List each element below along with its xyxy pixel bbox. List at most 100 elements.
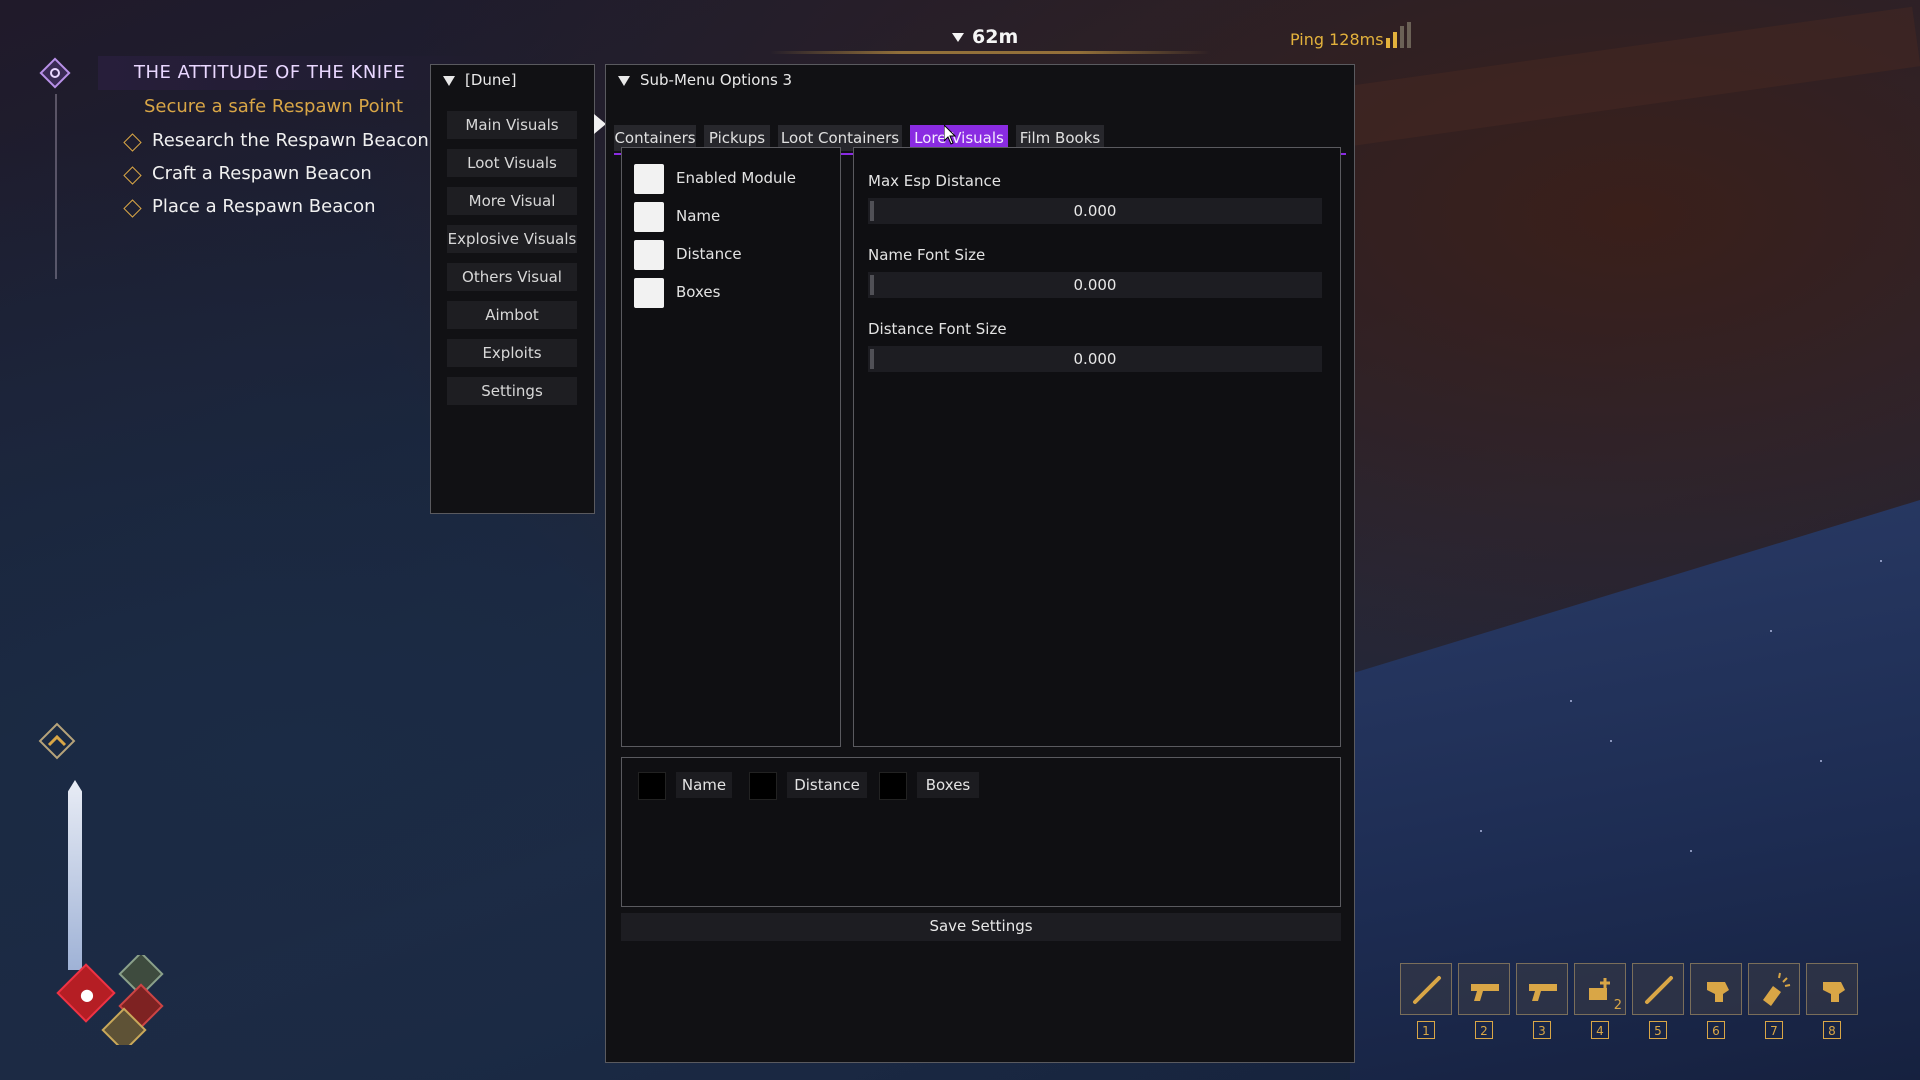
knife-icon (1645, 976, 1673, 1004)
sub-menu-panel: Sub-Menu Options 3 Containers Pickups Lo… (605, 64, 1355, 1063)
star (1820, 760, 1822, 762)
flashlight-icon (1763, 972, 1791, 1006)
toggle-group: Enabled Module Name Distance Boxes (621, 147, 841, 747)
quest-step-label: Research the Respawn Beacon (152, 130, 429, 151)
slider-handle[interactable] (870, 275, 874, 295)
checkbox-box[interactable] (634, 164, 664, 194)
distance-color-swatch[interactable] (749, 772, 777, 800)
name-font-size-slider[interactable]: 0.000 (868, 272, 1322, 298)
quest-connector-line (55, 94, 57, 279)
step-diamond-icon (123, 133, 142, 152)
color-label: Boxes (917, 772, 979, 798)
hotbar-slot[interactable]: 2 (1574, 963, 1626, 1015)
color-picker-group: Name Distance Boxes (621, 757, 1341, 907)
checkbox-label: Name (676, 207, 721, 225)
checkbox-box[interactable] (634, 202, 664, 232)
nav-aimbot[interactable]: Aimbot (447, 301, 577, 329)
sub-menu-title: Sub-Menu Options 3 (640, 71, 793, 89)
rank-chevron-icon (38, 722, 76, 760)
quest-step: Craft a Respawn Beacon (123, 163, 372, 185)
step-diamond-icon (123, 166, 142, 185)
hotbar-slot[interactable] (1748, 963, 1800, 1015)
collapse-arrow-icon[interactable] (443, 75, 455, 86)
pistol-icon (1529, 984, 1557, 1001)
sub-menu-header[interactable]: Sub-Menu Options 3 (606, 65, 1354, 95)
quest-diamond-icon (39, 57, 71, 89)
hotbar-slot[interactable] (1516, 963, 1568, 1015)
slider-value: 0.000 (1073, 276, 1117, 294)
main-menu-title: [Dune] (465, 71, 517, 89)
nav-main-visuals[interactable]: Main Visuals (447, 111, 577, 139)
quest-step-label: Craft a Respawn Beacon (152, 163, 372, 184)
max-esp-distance-slider[interactable]: 0.000 (868, 198, 1322, 224)
distance-value: 62m (972, 26, 1019, 48)
compass-bar (770, 51, 1210, 54)
nav-settings[interactable]: Settings (447, 377, 577, 405)
nav-others-visual[interactable]: Others Visual (447, 263, 577, 291)
health-diamond-icon: ● (56, 955, 164, 1045)
hotbar-slot[interactable] (1690, 963, 1742, 1015)
hotbar-slot-number: 2 (1475, 1021, 1493, 1039)
quest-step: Place a Respawn Beacon (123, 196, 376, 218)
slider-label: Max Esp Distance (868, 172, 1001, 190)
slider-handle[interactable] (870, 201, 874, 221)
checkbox-label: Enabled Module (676, 169, 796, 187)
quest-objective: Secure a safe Respawn Point (144, 96, 404, 117)
star (1610, 740, 1612, 742)
step-diamond-icon (123, 199, 142, 218)
tool-icon (1707, 982, 1729, 1002)
quest-step-label: Place a Respawn Beacon (152, 196, 376, 217)
color-label: Distance (787, 772, 867, 798)
star (1770, 630, 1772, 632)
slider-label: Name Font Size (868, 246, 986, 264)
nav-exploits[interactable]: Exploits (447, 339, 577, 367)
slider-label: Distance Font Size (868, 320, 1007, 338)
nav-loot-visuals[interactable]: Loot Visuals (447, 149, 577, 177)
slider-handle[interactable] (870, 349, 874, 369)
knife-icon (1413, 976, 1441, 1004)
save-settings-button[interactable]: Save Settings (621, 913, 1341, 941)
hotbar-slot-number: 1 (1417, 1021, 1435, 1039)
waypoint-marker-icon (952, 33, 964, 42)
pistol-icon (1471, 984, 1499, 1001)
svg-text:●: ● (80, 985, 94, 1004)
hotbar-slot-number: 3 (1533, 1021, 1551, 1039)
waypoint-distance: 62m (952, 26, 1018, 48)
star (1690, 850, 1692, 852)
signal-bars-icon (1386, 22, 1416, 48)
hotbar-slot-number: 8 (1823, 1021, 1841, 1039)
tool-icon (1823, 982, 1845, 1002)
hotbar-slot[interactable] (1806, 963, 1858, 1015)
boxes-color-swatch[interactable] (879, 772, 907, 800)
nav-more-visual[interactable]: More Visual (447, 187, 577, 215)
distance-font-size-slider[interactable]: 0.000 (868, 346, 1322, 372)
slider-value: 0.000 (1073, 350, 1117, 368)
hotbar-slot-number: 4 (1591, 1021, 1609, 1039)
mouse-cursor-icon (944, 125, 956, 145)
main-menu-header[interactable]: [Dune] (431, 65, 594, 95)
hotbar-slot[interactable] (1458, 963, 1510, 1015)
hotbar-slot-number: 6 (1707, 1021, 1725, 1039)
color-label: Name (676, 772, 732, 798)
checkbox-label: Distance (676, 245, 742, 263)
slider-value: 0.000 (1073, 202, 1117, 220)
star (1480, 830, 1482, 832)
ping-readout: Ping 128ms (1290, 30, 1384, 49)
collapse-arrow-icon[interactable] (618, 75, 630, 86)
name-color-swatch[interactable] (638, 772, 666, 800)
slider-group: Max Esp Distance 0.000 Name Font Size 0.… (853, 147, 1341, 747)
hotbar-slot-number: 5 (1649, 1021, 1667, 1039)
star (1570, 700, 1572, 702)
nav-explosive-visuals[interactable]: Explosive Visuals (447, 225, 577, 253)
main-menu-panel: [Dune] Main Visuals Loot Visuals More Vi… (430, 64, 595, 514)
item-count-badge: 2 (1613, 998, 1622, 1013)
checkbox-box[interactable] (634, 240, 664, 270)
hotbar-slot-number: 7 (1765, 1021, 1783, 1039)
hotbar-slot[interactable] (1632, 963, 1684, 1015)
star (1880, 560, 1882, 562)
checkbox-box[interactable] (634, 278, 664, 308)
hotbar-slot[interactable] (1400, 963, 1452, 1015)
stamina-bar (68, 780, 82, 970)
quest-step: Research the Respawn Beacon (123, 130, 429, 152)
checkbox-label: Boxes (676, 283, 721, 301)
